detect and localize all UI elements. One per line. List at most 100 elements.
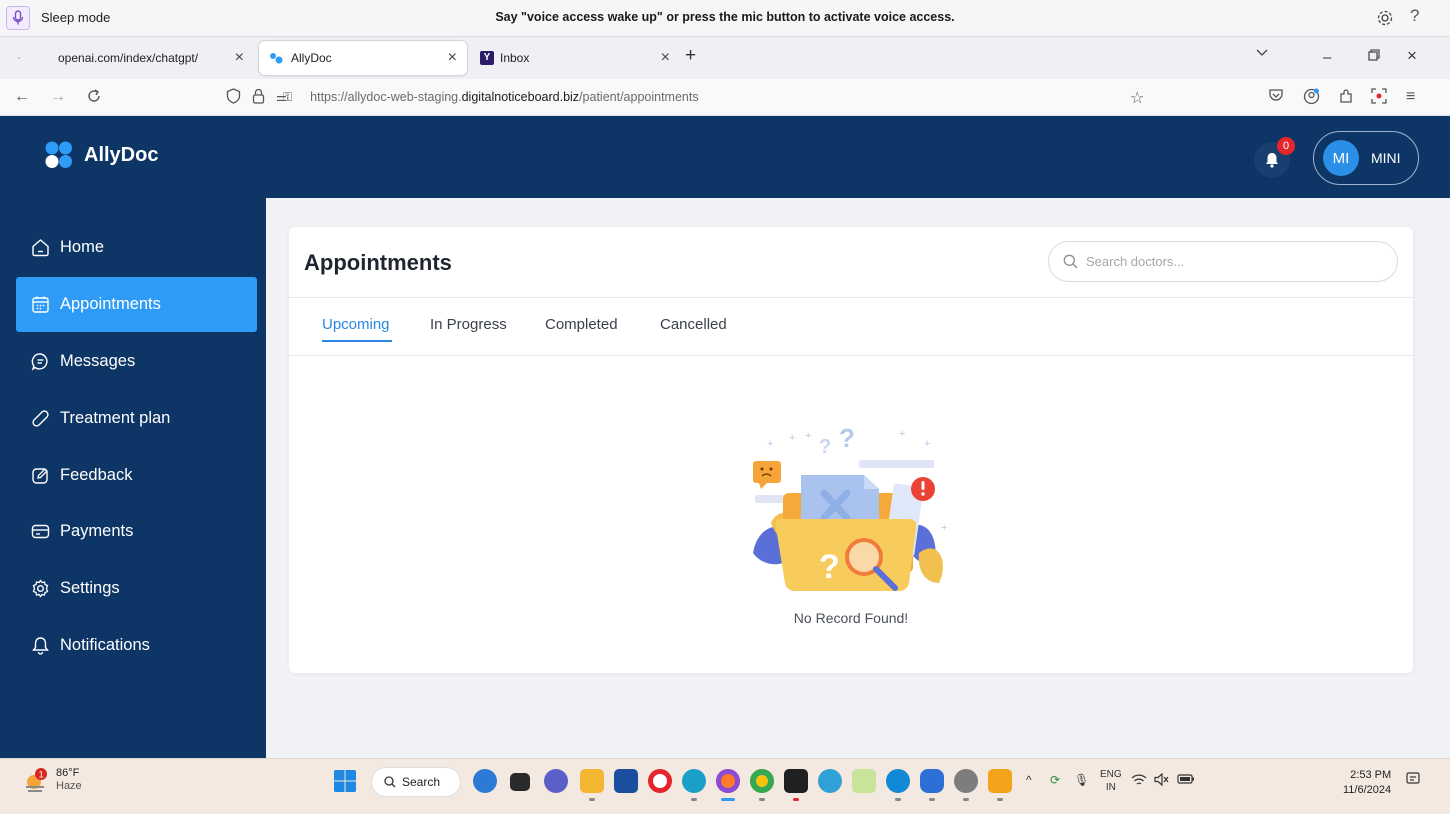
sidebar-item-appointments[interactable]: Appointments <box>16 277 257 332</box>
notification-count-badge: 0 <box>1277 137 1295 155</box>
sidebar-item-label: Settings <box>60 579 120 597</box>
voice-settings-button[interactable] <box>1376 9 1394 27</box>
mic-icon[interactable]: 🎙 <box>1074 773 1089 787</box>
sync-icon[interactable]: ⟳ <box>1050 773 1060 787</box>
search-icon <box>384 776 396 788</box>
start-menu-icon[interactable] <box>333 769 357 793</box>
teams-icon[interactable] <box>544 769 568 793</box>
voice-access-bar: Sleep mode Say "voice access wake up" or… <box>0 0 1450 37</box>
browser-tab-strip: openai.com/index/chatgpt/ × AllyDoc × Y … <box>0 37 1450 79</box>
running-indicator <box>997 798 1003 801</box>
extensions-icon[interactable] <box>1338 88 1354 104</box>
minimize-button[interactable]: – <box>1323 49 1331 66</box>
feedback-icon <box>30 466 50 486</box>
browser-tab-allydoc[interactable]: AllyDoc × <box>259 41 467 75</box>
shield-icon[interactable] <box>226 88 241 104</box>
mic-icon <box>12 10 24 25</box>
mic-button[interactable] <box>6 6 30 30</box>
close-icon[interactable]: × <box>235 49 244 67</box>
voice-access-message: Say "voice access wake up" or press the … <box>495 10 955 24</box>
date: 11/6/2024 <box>1343 784 1392 796</box>
tab-upcoming[interactable]: Upcoming <box>322 316 390 333</box>
gear-icon <box>1377 10 1393 26</box>
running-indicator <box>929 798 935 801</box>
doctor-search-box[interactable] <box>1048 241 1398 282</box>
active-tab-indicator <box>322 340 392 342</box>
lock-icon[interactable] <box>252 88 265 104</box>
wifi-icon[interactable] <box>1131 773 1147 786</box>
browser-tab-inbox[interactable]: Y Inbox × <box>470 41 680 75</box>
running-indicator <box>895 798 901 801</box>
running-indicator <box>589 798 595 801</box>
forward-icon[interactable]: → <box>50 88 66 106</box>
pocket-icon[interactable] <box>1268 88 1284 102</box>
settings-app-icon[interactable] <box>954 769 978 793</box>
battery-icon[interactable] <box>1177 773 1195 785</box>
close-icon[interactable]: × <box>448 49 457 67</box>
gear-icon <box>30 579 50 599</box>
voice-help-button[interactable]: ? <box>1410 6 1419 26</box>
close-window-button[interactable]: × <box>1407 46 1417 66</box>
taskbar-search[interactable]: Search <box>371 767 461 797</box>
weather-temp: 86°F <box>56 767 80 779</box>
time: 2:53 PM <box>1350 769 1392 781</box>
tab-cancelled[interactable]: Cancelled <box>660 316 727 333</box>
page-title: Appointments <box>304 250 452 275</box>
weather-desc: Haze <box>56 780 82 792</box>
search-input[interactable] <box>1086 254 1366 269</box>
zoom-icon[interactable] <box>920 769 944 793</box>
volume-muted-icon[interactable] <box>1154 773 1170 786</box>
back-icon[interactable]: ← <box>14 88 30 106</box>
calendar-icon <box>30 295 50 315</box>
sidebar-item-notifications[interactable]: Notifications <box>16 618 257 673</box>
allydoc-favicon-icon <box>270 53 283 64</box>
tab-in-progress[interactable]: In Progress <box>430 316 507 333</box>
app-logo[interactable]: AllyDoc <box>44 140 158 170</box>
taskbar-search-label: Search <box>402 775 441 789</box>
reload-icon[interactable] <box>86 88 102 104</box>
sidebar-item-payments[interactable]: Payments <box>16 504 257 559</box>
user-profile-button[interactable]: MI MINI <box>1313 131 1419 185</box>
account-icon[interactable] <box>1303 88 1320 105</box>
sidebar-item-settings[interactable]: Settings <box>16 561 257 616</box>
close-icon[interactable]: × <box>661 49 670 67</box>
store-icon[interactable] <box>614 769 638 793</box>
sidebar-item-feedback[interactable]: Feedback <box>16 448 257 503</box>
file-explorer-icon[interactable] <box>580 769 604 793</box>
url-path: /patient/appointments <box>579 90 699 104</box>
photos-icon[interactable] <box>852 769 876 793</box>
opera-icon[interactable] <box>648 769 672 793</box>
powerautomate-icon[interactable] <box>988 769 1012 793</box>
browser-tab-chatgpt[interactable]: openai.com/index/chatgpt/ × <box>40 41 254 75</box>
tab-list-dropdown-icon[interactable] <box>1256 49 1268 57</box>
restore-button[interactable] <box>1368 49 1380 61</box>
browser-nav-bar: ← → ⚌ ⚿ https://allydoc-web-staging.digit… <box>0 79 1450 116</box>
people-app-icon[interactable] <box>473 769 497 793</box>
weather-widget[interactable]: 1 86°F Haze <box>22 767 82 793</box>
sidebar-item-messages[interactable]: Messages <box>16 334 257 389</box>
show-hidden-icons[interactable]: ^ <box>1026 773 1032 787</box>
bookmark-star-icon[interactable]: ☆ <box>1130 88 1144 108</box>
taskbar-clock[interactable]: 2:53 PM 11/6/2024 <box>1343 768 1391 798</box>
menu-icon[interactable]: ≡ <box>1406 88 1415 106</box>
language-indicator[interactable]: ENG IN <box>1100 768 1122 794</box>
sidebar-item-treatment-plan[interactable]: Treatment plan <box>16 391 257 446</box>
sticky-notes-icon[interactable] <box>784 769 808 793</box>
sidebar-item-label: Messages <box>60 352 136 370</box>
edge-icon[interactable] <box>682 769 706 793</box>
screenshot-icon[interactable] <box>1371 88 1387 104</box>
app-icon[interactable] <box>818 769 842 793</box>
firefox-icon[interactable] <box>716 769 740 793</box>
sidebar-item-home[interactable]: Home <box>16 220 257 275</box>
chrome-icon[interactable] <box>750 769 774 793</box>
taskview-icon[interactable] <box>510 773 530 791</box>
tab-completed[interactable]: Completed <box>545 316 618 333</box>
svg-text:+: + <box>899 428 905 440</box>
tab-list-icon <box>18 57 20 59</box>
tab-overview-button[interactable] <box>8 41 30 75</box>
notification-center-icon[interactable] <box>1406 772 1420 786</box>
sidebar: Home Appointments Messages Treatment pla… <box>0 198 266 758</box>
new-tab-button[interactable]: + <box>685 45 696 67</box>
url-field[interactable]: ⚿ https://allydoc-web-staging.digitalnoti… <box>283 90 699 105</box>
skype-icon[interactable] <box>886 769 910 793</box>
